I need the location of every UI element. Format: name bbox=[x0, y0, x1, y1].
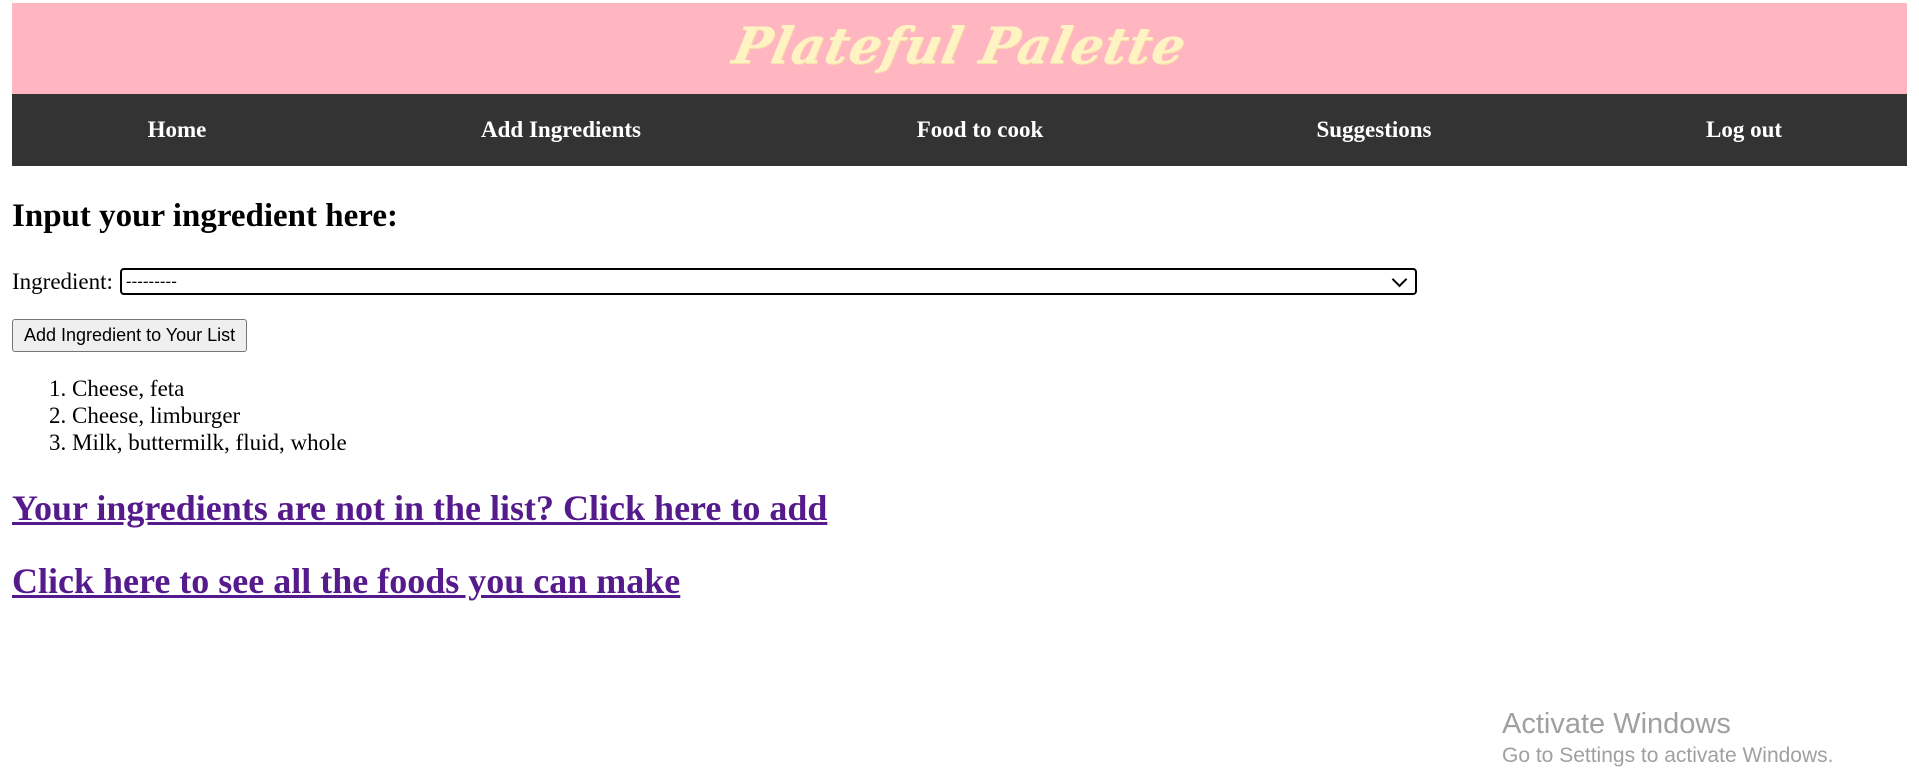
ingredient-select-value: --------- bbox=[125, 271, 177, 291]
add-ingredient-button[interactable]: Add Ingredient to Your List bbox=[12, 319, 248, 352]
list-item: Milk, buttermilk, fluid, whole bbox=[72, 429, 347, 456]
nav-home[interactable]: Home bbox=[148, 94, 207, 166]
add-missing-ingredient-link[interactable]: Your ingredients are not in the list? Cl… bbox=[12, 487, 827, 529]
see-foods-link[interactable]: Click here to see all the foods you can … bbox=[12, 560, 680, 602]
site-logo-text: Plateful Palette bbox=[727, 16, 1192, 75]
nav-suggestions[interactable]: Suggestions bbox=[1316, 94, 1431, 166]
nav-log-out[interactable]: Log out bbox=[1706, 94, 1782, 166]
chevron-down-icon bbox=[1391, 271, 1408, 287]
ingredient-form-row: Ingredient: --------- bbox=[12, 268, 1417, 295]
page-title: Input your ingredient here: bbox=[12, 198, 398, 234]
list-item: Cheese, limburger bbox=[72, 402, 347, 429]
ingredient-select[interactable]: --------- bbox=[119, 268, 1417, 295]
page-header: Plateful Palette Home Add Ingredients Fo… bbox=[12, 3, 1907, 166]
nav-add-ingredients[interactable]: Add Ingredients bbox=[481, 94, 641, 166]
watermark-title: Activate Windows bbox=[1502, 708, 1731, 740]
main-navbar: Home Add Ingredients Food to cook Sugges… bbox=[12, 94, 1907, 166]
site-banner: Plateful Palette bbox=[12, 3, 1907, 94]
ingredient-list: Cheese, feta Cheese, limburger Milk, but… bbox=[12, 375, 347, 456]
ingredient-label: Ingredient: bbox=[12, 268, 113, 294]
windows-activation-watermark: Activate Windows Go to Settings to activ… bbox=[1502, 706, 1834, 770]
nav-food-to-cook[interactable]: Food to cook bbox=[917, 94, 1044, 166]
list-item: Cheese, feta bbox=[72, 375, 347, 402]
watermark-subtitle: Go to Settings to activate Windows. bbox=[1502, 744, 1834, 767]
